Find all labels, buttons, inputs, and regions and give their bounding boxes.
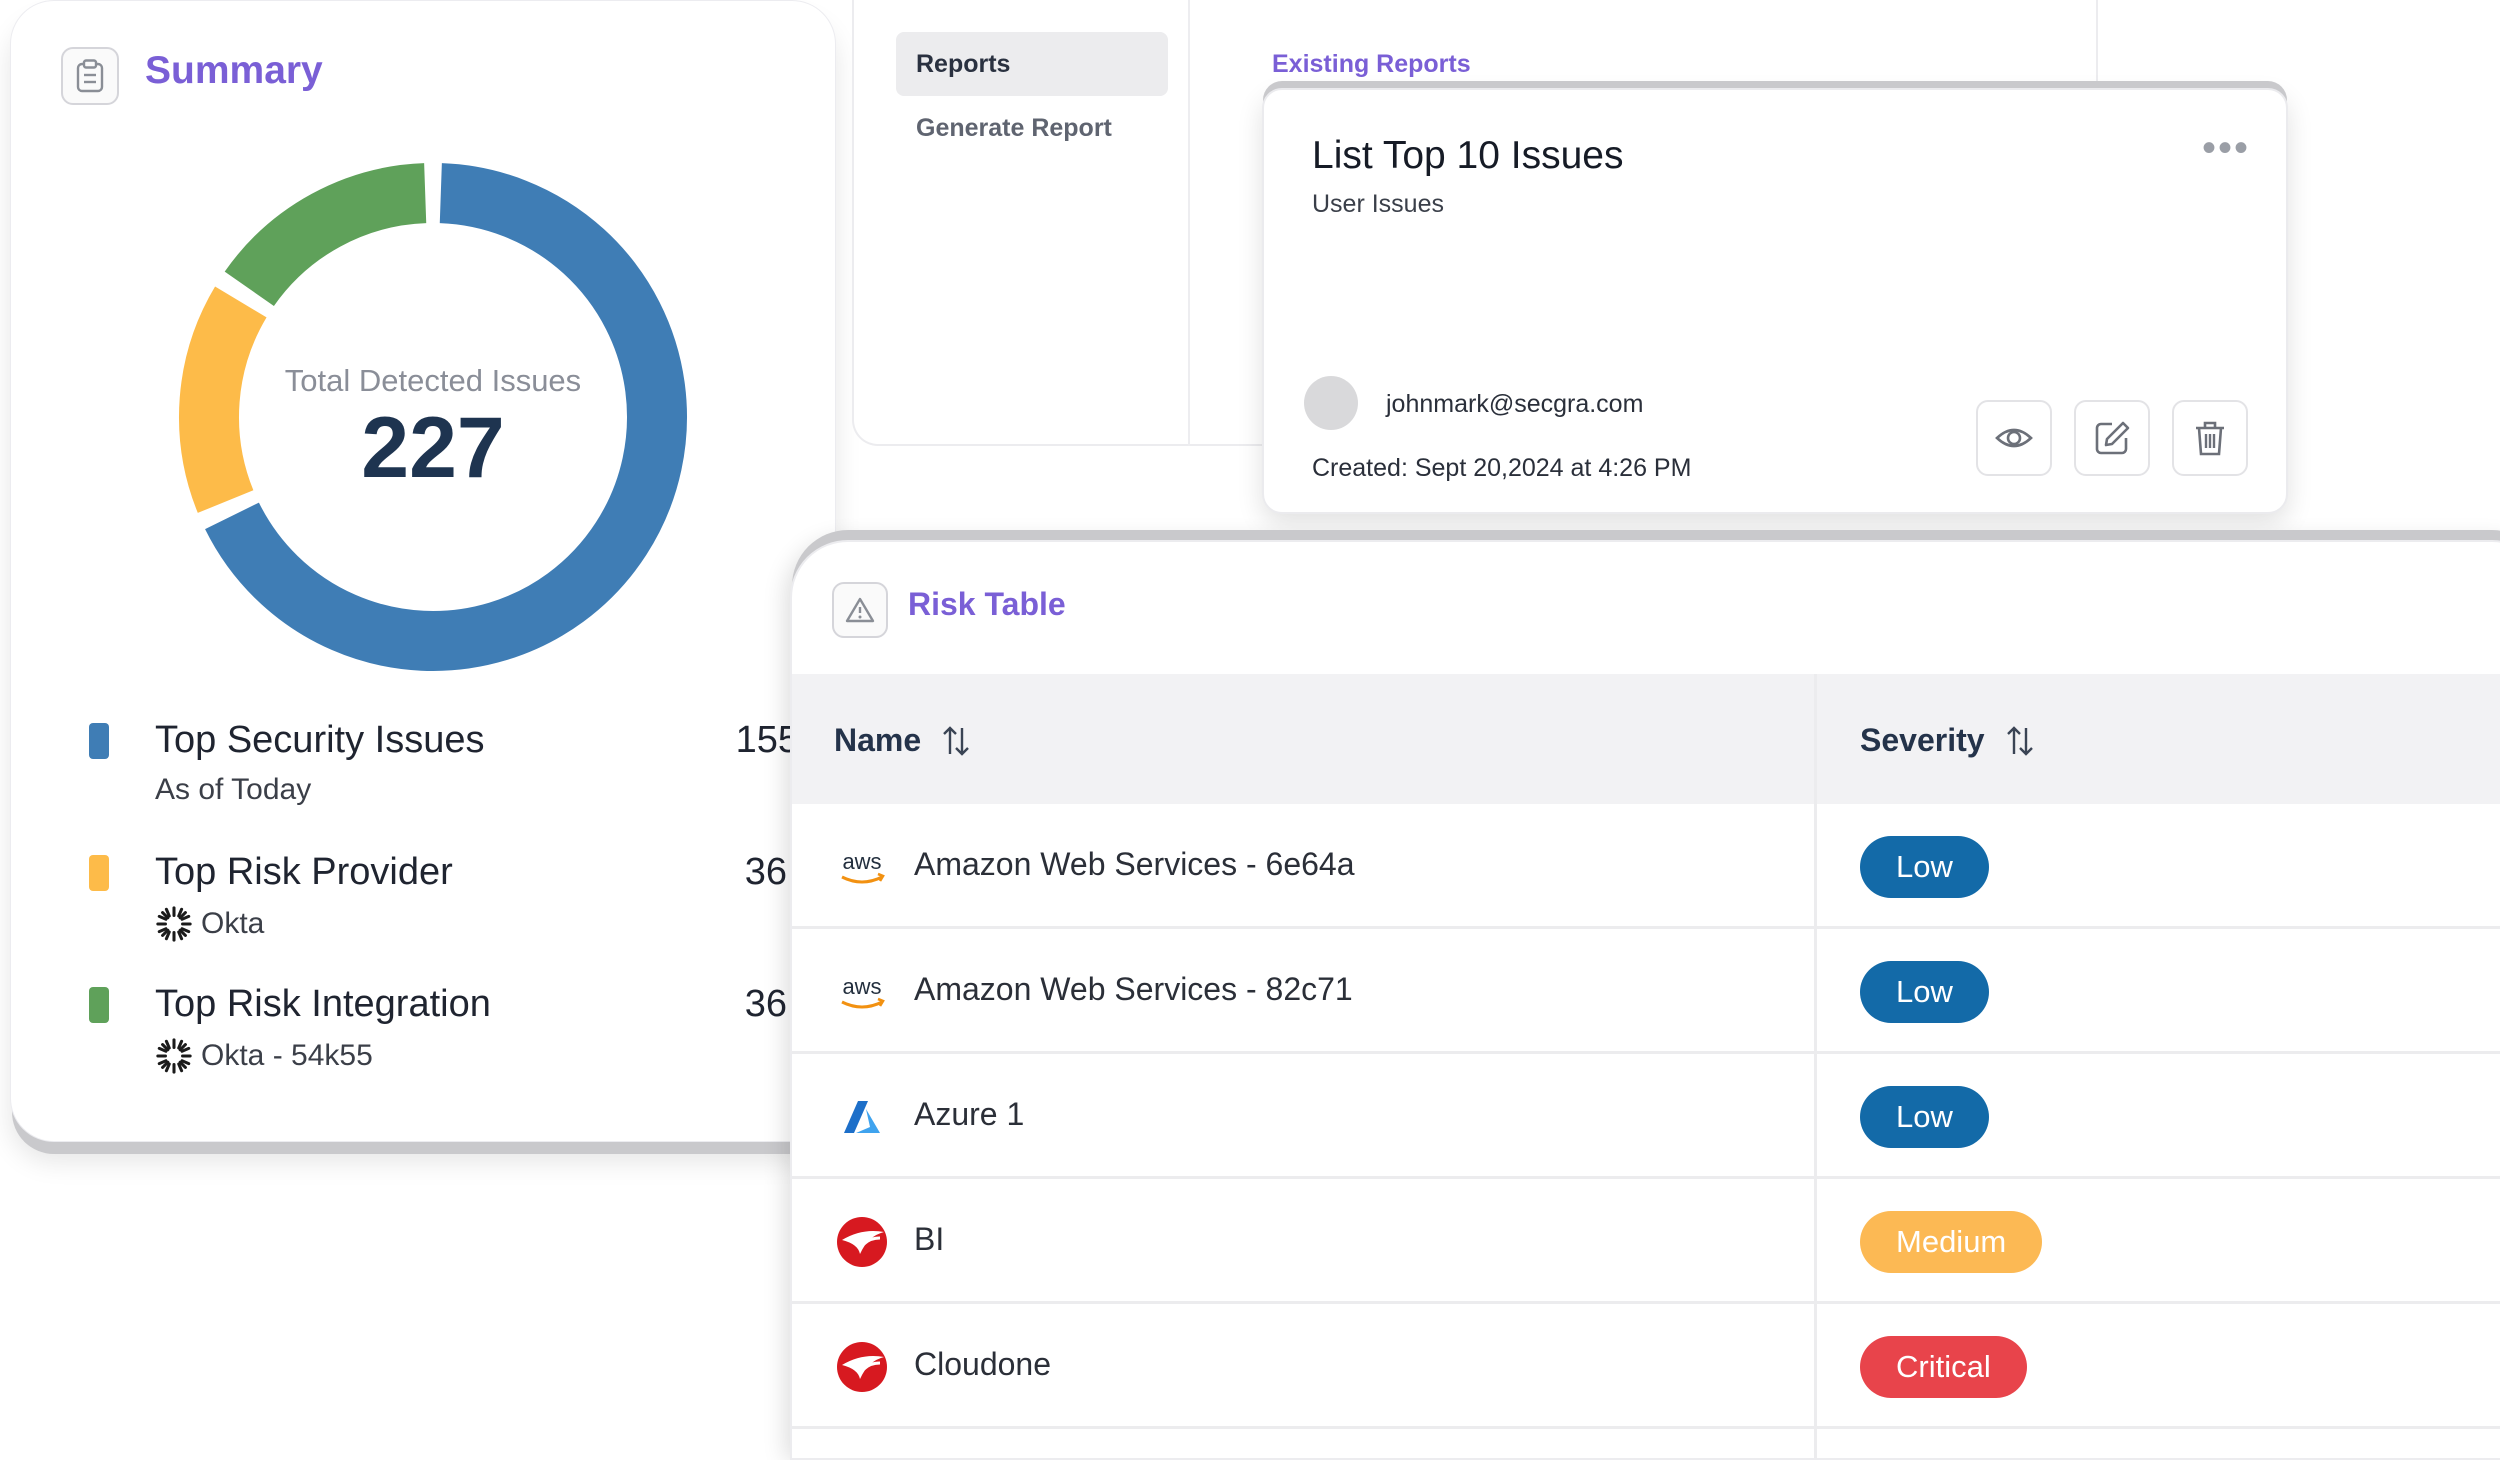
view-report-button[interactable] [1976, 400, 2052, 476]
svg-text:aws: aws [842, 849, 881, 874]
severity-badge: Low [1860, 961, 1989, 1023]
delete-report-button[interactable] [2172, 400, 2248, 476]
row-name: BI [914, 1221, 945, 1257]
existing-reports-heading[interactable]: Existing Reports [1272, 50, 1471, 79]
clipboard-icon [61, 47, 119, 105]
azure-logo [834, 1092, 890, 1142]
okta-icon [156, 1038, 192, 1074]
row-name: Cloudone [914, 1346, 1051, 1382]
legend-swatch [89, 723, 109, 759]
legend-sub-text: Okta [201, 907, 265, 940]
table-row[interactable]: aws Amazon Web Services - 82c71 Low [792, 929, 2500, 1054]
eye-icon [1995, 428, 2033, 448]
row-name: Amazon Web Services - 82c71 [914, 971, 1353, 1007]
donut-label: Total Detected Issues [284, 363, 582, 398]
report-subtitle: User Issues [1312, 190, 1444, 218]
risk-table-card: Risk Table Name Severity aws Amazon Web … [790, 540, 2500, 1460]
summary-card: Summary Total Detected Issues 227 Top Se… [10, 0, 836, 1142]
report-card[interactable]: List Top 10 Issues User Issues ••• johnm… [1262, 88, 2288, 514]
column-divider [1814, 674, 1817, 1458]
report-title: List Top 10 Issues [1312, 134, 1624, 177]
legend-label: Top Risk Integration [155, 983, 491, 1025]
legend-swatch [89, 987, 109, 1023]
legend-sub-text: Okta - 54k55 [201, 1039, 373, 1072]
svg-text:aws: aws [842, 974, 881, 999]
okta-icon [156, 906, 192, 942]
severity-badge: Low [1860, 1086, 1989, 1148]
legend-sub: Okta [155, 905, 264, 943]
legend-count: 36 [744, 983, 787, 1025]
report-created-date: Created: Sept 20,2024 at 4:26 PM [1312, 454, 1692, 482]
row-name: Amazon Web Services - 6e64a [914, 846, 1355, 882]
legend-label: Top Risk Provider [155, 851, 453, 893]
warning-icon [832, 582, 888, 638]
table-row[interactable]: Cloudone Critical [792, 1304, 2500, 1429]
table-row[interactable]: Azure 1 Low [792, 1054, 2500, 1179]
column-header-label: Name [834, 722, 922, 758]
column-header-severity[interactable]: Severity [1860, 722, 2035, 759]
column-header-name[interactable]: Name [834, 722, 971, 759]
severity-badge: Low [1860, 836, 1989, 898]
legend-sub: Okta - 54k55 [155, 1037, 373, 1075]
more-options-icon[interactable]: ••• [2202, 128, 2250, 168]
sort-icon[interactable] [941, 724, 971, 758]
sidebar-item-reports[interactable]: Reports [896, 32, 1168, 96]
donut-segment-top-risk-integration[interactable] [224, 163, 427, 307]
severity-badge: Critical [1860, 1336, 2027, 1398]
edit-icon [2095, 421, 2130, 455]
legend-item-risk-provider[interactable]: Top Risk Provider 36 Okta [79, 851, 799, 971]
legend-count: 36 [744, 851, 787, 893]
legend-label: Top Security Issues [155, 719, 485, 761]
trash-icon [2196, 421, 2224, 456]
legend-item-risk-integration[interactable]: Top Risk Integration 36 Okta - 54k55 [79, 983, 799, 1103]
report-author-email: johnmark@secgra.com [1386, 390, 1644, 418]
sort-icon[interactable] [2005, 724, 2035, 758]
aws-logo: aws [834, 842, 890, 892]
legend-sub-text: As of Today [155, 773, 312, 806]
edit-report-button[interactable] [2074, 400, 2150, 476]
legend-sub: As of Today [155, 773, 311, 807]
summary-title: Summary [145, 49, 323, 92]
table-row[interactable]: aws Amazon Web Services - 6e64a Low [792, 804, 2500, 929]
trendmicro-logo [834, 1342, 890, 1392]
column-header-label: Severity [1860, 722, 1985, 758]
total-issues-value: 227 [361, 400, 505, 496]
risk-table-title: Risk Table [908, 586, 1066, 622]
aws-logo: aws [834, 967, 890, 1017]
legend-swatch [89, 855, 109, 891]
trendmicro-logo [834, 1217, 890, 1267]
legend-item-security-issues[interactable]: Top Security Issues 155 As of Today [79, 719, 799, 839]
sidebar-item-generate-report[interactable]: Generate Report [896, 96, 1168, 160]
row-name: Azure 1 [914, 1096, 1025, 1132]
severity-badge: Medium [1860, 1211, 2043, 1273]
table-header: Name Severity [792, 674, 2500, 804]
table-row[interactable]: BI Medium [792, 1179, 2500, 1304]
avatar [1304, 376, 1358, 430]
sidebar-divider [1188, 0, 1190, 446]
